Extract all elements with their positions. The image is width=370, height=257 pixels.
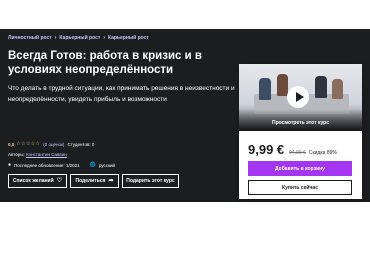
current-price: 9,99 €	[248, 142, 285, 157]
chevron-right-icon: ›	[54, 35, 57, 41]
wishlist-button[interactable]: Список желаний ♡	[8, 174, 67, 188]
last-updated: Последнее обновление: 1/2021	[14, 162, 80, 168]
add-to-cart-button[interactable]: Добавить в корзину	[248, 161, 352, 176]
purchase-card: Просмотреть этот курс 9,99 € 94,99 € Ски…	[239, 64, 362, 199]
share-label: Поделиться	[75, 178, 106, 184]
play-icon[interactable]	[287, 86, 309, 108]
discount-badge: Скидка 89%	[308, 150, 337, 156]
breadcrumb-item[interactable]: Личностный рост	[8, 35, 52, 41]
gift-course-label: Подарить этот курс	[126, 178, 175, 184]
chevron-right-icon: ›	[103, 35, 105, 41]
ratings-count-link[interactable]: (0 оценок)	[43, 142, 64, 147]
rating-value: 0,0	[8, 141, 15, 147]
share-icon: ➦	[108, 178, 114, 184]
authors-row: Авторы: Константин Саввин	[8, 152, 67, 157]
authors-label: Авторы:	[8, 152, 25, 157]
preview-image-person	[277, 74, 288, 96]
alert-icon: ●	[8, 162, 12, 168]
author-link[interactable]: Константин Саввин	[26, 152, 67, 157]
buy-now-button[interactable]: Купить сейчас	[248, 180, 352, 195]
globe-icon: 🌐	[89, 162, 96, 168]
breadcrumb-item[interactable]: Карьерный рост	[108, 35, 149, 41]
preview-label: Просмотреть этот курс	[271, 120, 329, 126]
course-language: русский	[98, 162, 116, 168]
preview-image-person	[315, 76, 327, 98]
gift-course-button[interactable]: Подарить этот курс	[122, 174, 179, 188]
rating-row: 0,0 ☆☆☆☆☆ (0 оценок) Студентов: 0	[8, 141, 94, 147]
star-rating-icon: ☆☆☆☆☆	[16, 141, 41, 147]
heart-icon: ♡	[56, 178, 63, 184]
preview-image-person	[332, 79, 343, 99]
students-count: Студентов: 0	[67, 141, 95, 147]
share-button[interactable]: Поделиться ➦	[70, 174, 119, 188]
preview-image-person	[259, 78, 271, 100]
breadcrumb: Личностный рост › Карьерный рост › Карье…	[8, 35, 149, 41]
breadcrumb-item[interactable]: Карьерный рост	[59, 35, 100, 41]
course-title: Всегда Готов: работа в кризис и в услови…	[8, 50, 202, 76]
wishlist-label: Список желаний	[12, 178, 54, 184]
meta-row: ● Последнее обновление: 1/2021 🌐 русский	[8, 162, 115, 168]
course-subtitle: Что делать в трудной ситуации, как прини…	[8, 85, 235, 103]
price-row: 9,99 € 94,99 € Скидка 89%	[248, 142, 337, 157]
original-price: 94,99 €	[289, 150, 306, 156]
course-preview[interactable]: Просмотреть этот курс	[239, 64, 362, 131]
